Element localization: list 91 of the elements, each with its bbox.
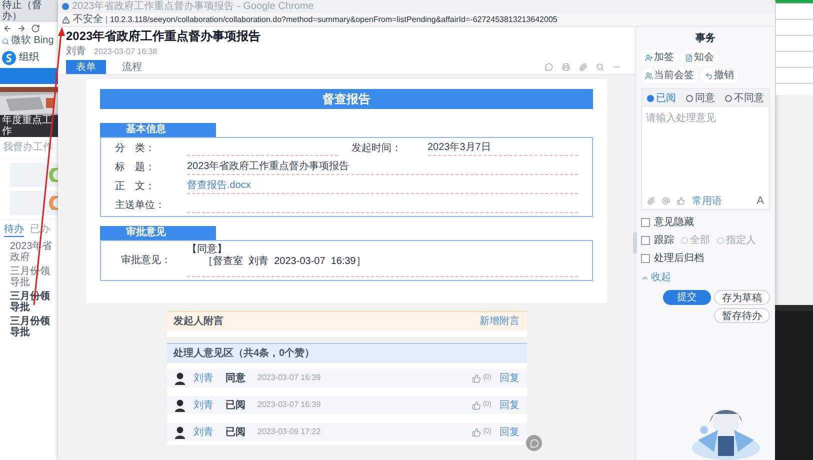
comment-action: 同意 <box>226 372 246 386</box>
tab[interactable]: 流程 <box>112 60 152 74</box>
reload-icon[interactable] <box>31 24 40 33</box>
attitude-radio[interactable]: 不同意 <box>725 90 764 106</box>
opinion-editor[interactable]: 已阅 同意 不同意 请输入处理意见 常用语 A <box>641 88 770 210</box>
field-label: 正 文： <box>115 180 156 194</box>
thumbs-up-icon[interactable] <box>472 374 481 382</box>
list-tab[interactable]: 待办 <box>4 223 24 237</box>
opinion-text: ［督查室 刘青 2023-03-07 16:39］ <box>202 256 367 268</box>
nav-bar <box>0 68 58 84</box>
opinion-field[interactable]: 请输入处理意见 <box>642 107 769 193</box>
commenter-name[interactable]: 刘青 <box>194 370 214 386</box>
ring-icon <box>48 168 58 182</box>
action-button[interactable]: 提交 <box>663 290 711 305</box>
form-title: 督查报告 <box>100 89 593 109</box>
action-button[interactable]: 当前会签 <box>641 68 698 83</box>
warning-icon <box>62 16 70 24</box>
field-label: 分 类： <box>115 142 156 156</box>
action-button[interactable]: 暂存待办 <box>714 308 770 323</box>
panel-title: 事务 <box>694 32 716 46</box>
field-label: 标 题： <box>115 160 156 175</box>
comment-action: 已阅 <box>226 398 246 412</box>
section-title: 处理人意见区（共4条，0个赞） <box>174 346 315 361</box>
comment-time: 2023-03-07 16:39 <box>258 399 321 411</box>
comment-time: 2023-03-07 16:39 <box>258 372 321 384</box>
option-label: 意见隐藏 <box>654 216 694 230</box>
tab-title[interactable]: 待止（督办） <box>0 0 58 22</box>
comment-time: 2023-03-09 17:22 <box>258 426 321 438</box>
font-button[interactable]: A <box>756 192 764 210</box>
banner-caption: 年度重点工作 <box>0 115 58 137</box>
section-heading: 审批意见 <box>100 226 216 240</box>
ring-icon <box>48 196 58 210</box>
print-icon[interactable] <box>562 63 570 71</box>
attachment-icon[interactable] <box>579 63 587 71</box>
avatar-icon <box>174 426 186 438</box>
window-title: 2023年省政府工作重点督办事项报告 - Google Chrome <box>72 0 314 12</box>
action-button[interactable]: 撤销 <box>701 68 738 83</box>
list-item[interactable]: 三月份领导批 <box>10 316 58 338</box>
search-icon <box>2 38 9 44</box>
bookmark-link[interactable]: 微软 Bing <box>11 35 54 47</box>
option-label: 跟踪 <box>654 234 674 248</box>
comment-action: 已阅 <box>226 426 246 440</box>
field-label: 主送单位： <box>115 198 166 213</box>
field-label: 审批意见： <box>120 254 172 268</box>
forward-icon[interactable] <box>17 24 26 33</box>
attachment-link[interactable]: 督查报告.docx <box>187 180 251 191</box>
commenter-name[interactable]: 刘青 <box>194 424 214 440</box>
field-value: 2023年3月7日 <box>428 142 491 153</box>
attach-icon[interactable] <box>647 197 655 205</box>
attitude-radio[interactable]: 已阅 <box>647 90 676 106</box>
checkbox[interactable] <box>641 236 650 245</box>
created-time: 2023-03-07 16:38 <box>94 46 158 58</box>
track-radio[interactable]: 全部 <box>681 233 710 248</box>
logo-text: 组织 <box>19 51 39 65</box>
browser-icon <box>62 3 69 10</box>
thumbs-up-icon[interactable] <box>472 428 481 436</box>
security-label: 不安全 <box>73 14 103 26</box>
avatar-icon <box>174 398 186 412</box>
commenter-name[interactable]: 刘青 <box>194 398 214 412</box>
section-title: 发起人附言 <box>174 314 224 329</box>
action-button[interactable]: 知会 <box>681 50 718 65</box>
section-heading: 基本信息 <box>100 123 216 137</box>
add-note-link[interactable]: 新增附言 <box>480 314 520 329</box>
option-label: 处理后归档 <box>654 252 704 266</box>
collapse-link[interactable]: 收起 <box>641 270 671 285</box>
thumbs-up-icon[interactable] <box>677 197 685 205</box>
collapse-handle[interactable] <box>633 232 637 254</box>
comment-icon[interactable] <box>545 63 553 71</box>
field-label: 发起时间： <box>352 142 402 156</box>
reply-link[interactable]: 回复 <box>500 398 520 412</box>
avatar-icon <box>174 372 186 384</box>
search-icon[interactable] <box>596 63 604 71</box>
reply-link[interactable]: 回复 <box>500 370 520 386</box>
field-value: 2023年省政府工作重点督办事项报告 <box>187 161 350 172</box>
chat-icon <box>530 438 538 448</box>
author-name: 刘青 <box>66 44 86 59</box>
checkbox[interactable] <box>641 254 650 263</box>
back-icon[interactable] <box>3 24 12 33</box>
document-title: 2023年省政府工作重点督办事项报告 <box>66 29 262 44</box>
action-button[interactable]: 存为草稿 <box>714 290 770 305</box>
checkbox[interactable] <box>641 218 650 227</box>
thumbs-up-icon[interactable] <box>472 400 481 410</box>
action-button[interactable]: 加签 <box>641 50 678 65</box>
mention-icon[interactable] <box>662 197 670 205</box>
reply-link[interactable]: 回复 <box>500 424 520 440</box>
attitude-radio[interactable]: 同意 <box>686 90 715 106</box>
url-text[interactable]: 10.2.3.118/seeyon/collaboration/collaboration.do?method=summary&openFrom=listPending&affairId=-6272453813213642005 <box>110 14 558 26</box>
tab[interactable]: 表单 <box>66 60 106 74</box>
opinion-text: 【同意】 <box>187 244 228 256</box>
phrases-link[interactable]: 常用语 <box>692 194 722 208</box>
track-radio[interactable]: 指定人 <box>717 233 756 248</box>
